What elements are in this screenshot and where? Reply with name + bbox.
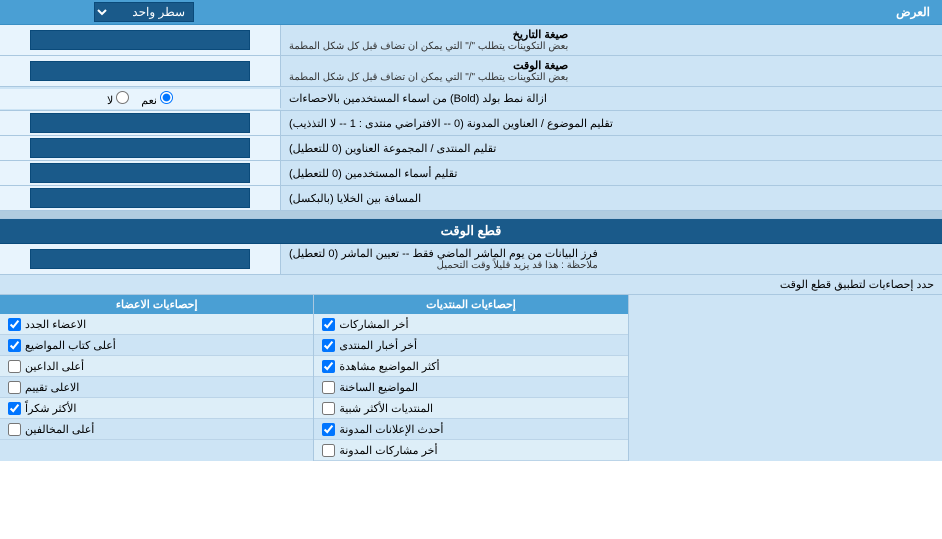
post-item-0-label: أخر المشاركات	[339, 318, 408, 331]
member-item-2: أعلى الداعين	[0, 356, 313, 377]
post-item-3-label: المواضيع الساخنة	[339, 381, 418, 394]
cut-days-label: فرز البيانات من يوم الماشر الماضي فقط --…	[289, 248, 598, 260]
cut-days-desc: فرز البيانات من يوم الماشر الماضي فقط --…	[280, 244, 942, 274]
post-item-4-label: المنتديات الأكثر شبية	[339, 402, 433, 415]
posts-stats-col: إحصاءيات المنتديات أخر المشاركات أخر أخب…	[313, 295, 627, 461]
trim-subjects-input-cell: 33	[0, 111, 280, 135]
scroll-divider	[0, 211, 942, 219]
member-item-1-label: أعلى كتاب المواضيع	[25, 339, 116, 352]
member-item-5-label: أعلى المخالفين	[25, 423, 94, 436]
page-wrapper: العرض سطر واحد جدول موسع صيغة التاريخ بع…	[0, 0, 942, 461]
trim-forum-row: تقليم المنتدى / المجموعة العناوين (0 للت…	[0, 136, 942, 161]
post-item-2: أكثر المواضيع مشاهدة	[314, 356, 627, 377]
cell-spacing-desc: المسافة بين الخلايا (بالبكسل)	[280, 186, 942, 210]
trim-subjects-input[interactable]: 33	[30, 113, 250, 133]
display-label: العرض	[284, 5, 938, 19]
member-item-4-label: الأكثر شكراً	[25, 402, 76, 415]
date-format-sublabel: بعض التكوينات يتطلب "/" التي يمكن ان تضا…	[289, 41, 568, 52]
members-stats-col: إحصاءيات الاعضاء الاعضاء الجدد أعلى كتاب…	[0, 295, 313, 461]
trim-forum-input-cell: 33	[0, 136, 280, 160]
trim-subjects-desc: تقليم الموضوع / العناوين المدونة (0 -- ا…	[280, 111, 942, 135]
stats-limit-row: حدد إحصاءيات لتطبيق قطع الوقت	[0, 275, 942, 295]
member-item-3-checkbox[interactable]	[8, 381, 21, 394]
post-item-6-checkbox[interactable]	[322, 444, 335, 457]
cell-spacing-input-cell: 2	[0, 186, 280, 210]
members-stats-header: إحصاءيات الاعضاء	[0, 295, 313, 314]
time-format-input[interactable]: H:i	[30, 61, 250, 81]
trim-users-input-cell: 0	[0, 161, 280, 185]
post-item-1-label: أخر أخبار المنتدى	[339, 339, 417, 352]
member-item-5-checkbox[interactable]	[8, 423, 21, 436]
post-item-6: أخر مشاركات المدونة	[314, 440, 627, 461]
bold-remove-no-radio[interactable]	[116, 91, 129, 104]
member-item-0-checkbox[interactable]	[8, 318, 21, 331]
bottom-area: إحصاءيات المنتديات أخر المشاركات أخر أخب…	[0, 295, 942, 461]
bold-remove-yes-radio[interactable]	[160, 91, 173, 104]
post-item-6-label: أخر مشاركات المدونة	[339, 444, 437, 457]
post-item-2-checkbox[interactable]	[322, 360, 335, 373]
date-format-label: صيغة التاريخ	[513, 29, 568, 41]
member-item-1-checkbox[interactable]	[8, 339, 21, 352]
bold-remove-no-text: لا	[107, 95, 113, 107]
cut-days-input[interactable]: 0	[30, 249, 250, 269]
post-item-1: أخر أخبار المنتدى	[314, 335, 627, 356]
cut-days-input-cell: 0	[0, 244, 280, 274]
bold-remove-radio-cell: نعم لا	[0, 89, 280, 109]
post-item-2-label: أكثر المواضيع مشاهدة	[339, 360, 439, 373]
spacer-col	[628, 295, 942, 461]
post-item-4: المنتديات الأكثر شبية	[314, 398, 627, 419]
cut-days-row: فرز البيانات من يوم الماشر الماضي فقط --…	[0, 244, 942, 275]
member-item-1: أعلى كتاب المواضيع	[0, 335, 313, 356]
trim-users-row: تقليم أسماء المستخدمين (0 للتعطيل) 0	[0, 161, 942, 186]
display-select[interactable]: سطر واحد جدول موسع	[94, 2, 194, 22]
cell-spacing-input[interactable]: 2	[30, 188, 250, 208]
time-format-desc: صيغة الوقت بعض التكوينات يتطلب "/" التي …	[280, 56, 942, 86]
trim-forum-desc: تقليم المنتدى / المجموعة العناوين (0 للت…	[280, 136, 942, 160]
post-item-4-checkbox[interactable]	[322, 402, 335, 415]
post-item-1-checkbox[interactable]	[322, 339, 335, 352]
post-item-3: المواضيع الساخنة	[314, 377, 627, 398]
bold-remove-no-label: لا	[107, 91, 129, 107]
trim-forum-input[interactable]: 33	[30, 138, 250, 158]
member-item-0: الاعضاء الجدد	[0, 314, 313, 335]
member-item-3-label: الاعلى تقييم	[25, 381, 79, 394]
display-row: العرض سطر واحد جدول موسع	[0, 0, 942, 25]
trim-subjects-row: تقليم الموضوع / العناوين المدونة (0 -- ا…	[0, 111, 942, 136]
post-item-5: أحدث الإعلانات المدونة	[314, 419, 627, 440]
bold-remove-row: ازالة نمط بولد (Bold) من اسماء المستخدمي…	[0, 87, 942, 111]
bold-remove-yes-label: نعم	[141, 91, 173, 107]
time-format-sublabel: بعض التكوينات يتطلب "/" التي يمكن ان تضا…	[289, 72, 568, 83]
posts-stats-header: إحصاءيات المنتديات	[314, 295, 627, 314]
time-format-input-cell: H:i	[0, 56, 280, 86]
display-input-cell: سطر واحد جدول موسع	[4, 2, 284, 22]
member-item-4: الأكثر شكراً	[0, 398, 313, 419]
stats-limit-label: حدد إحصاءيات لتطبيق قطع الوقت	[780, 279, 934, 291]
date-format-row: صيغة التاريخ بعض التكوينات يتطلب "/" الت…	[0, 25, 942, 56]
member-item-0-label: الاعضاء الجدد	[25, 318, 86, 331]
trim-users-input[interactable]: 0	[30, 163, 250, 183]
post-item-0: أخر المشاركات	[314, 314, 627, 335]
post-item-0-checkbox[interactable]	[322, 318, 335, 331]
date-format-input[interactable]: d-m	[30, 30, 250, 50]
post-item-3-checkbox[interactable]	[322, 381, 335, 394]
member-item-4-checkbox[interactable]	[8, 402, 21, 415]
member-item-2-label: أعلى الداعين	[25, 360, 84, 373]
member-item-2-checkbox[interactable]	[8, 360, 21, 373]
date-format-input-cell: d-m	[0, 25, 280, 55]
cut-time-header: قطع الوقت	[0, 219, 942, 244]
trim-users-desc: تقليم أسماء المستخدمين (0 للتعطيل)	[280, 161, 942, 185]
time-format-row: صيغة الوقت بعض التكوينات يتطلب "/" التي …	[0, 56, 942, 87]
bold-remove-yes-text: نعم	[141, 95, 157, 107]
post-item-5-label: أحدث الإعلانات المدونة	[339, 423, 443, 436]
date-format-desc: صيغة التاريخ بعض التكوينات يتطلب "/" الت…	[280, 25, 942, 55]
member-item-3: الاعلى تقييم	[0, 377, 313, 398]
post-item-5-checkbox[interactable]	[322, 423, 335, 436]
cell-spacing-row: المسافة بين الخلايا (بالبكسل) 2	[0, 186, 942, 211]
cut-days-sublabel: ملاحظة : هذا قد يزيد قليلاً وقت التحميل	[289, 260, 598, 271]
time-format-label: صيغة الوقت	[513, 60, 568, 72]
member-item-5: أعلى المخالفين	[0, 419, 313, 440]
bold-remove-desc: ازالة نمط بولد (Bold) من اسماء المستخدمي…	[280, 89, 942, 108]
